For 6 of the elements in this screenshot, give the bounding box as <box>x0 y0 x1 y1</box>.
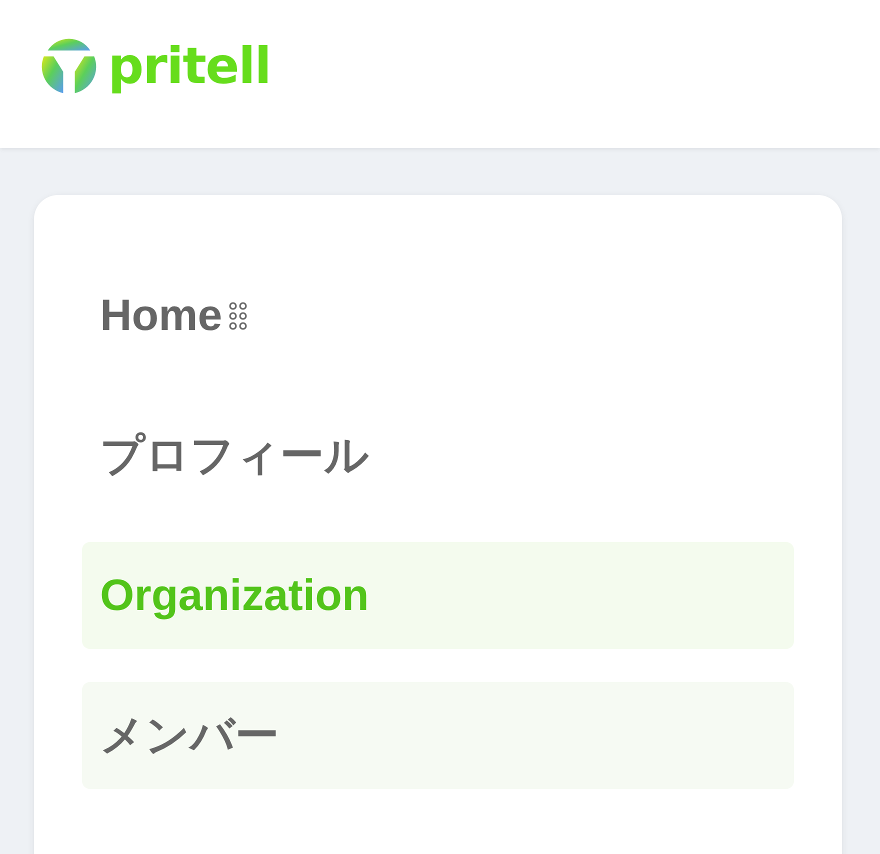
logo-icon <box>40 37 98 95</box>
dots-grid-icon <box>228 300 248 330</box>
nav-item[interactable]: メンバー <box>82 682 794 789</box>
logo-text: pritell <box>108 37 271 95</box>
nav-item[interactable]: Home <box>82 262 794 369</box>
nav-item[interactable]: プロフィール <box>82 402 794 509</box>
